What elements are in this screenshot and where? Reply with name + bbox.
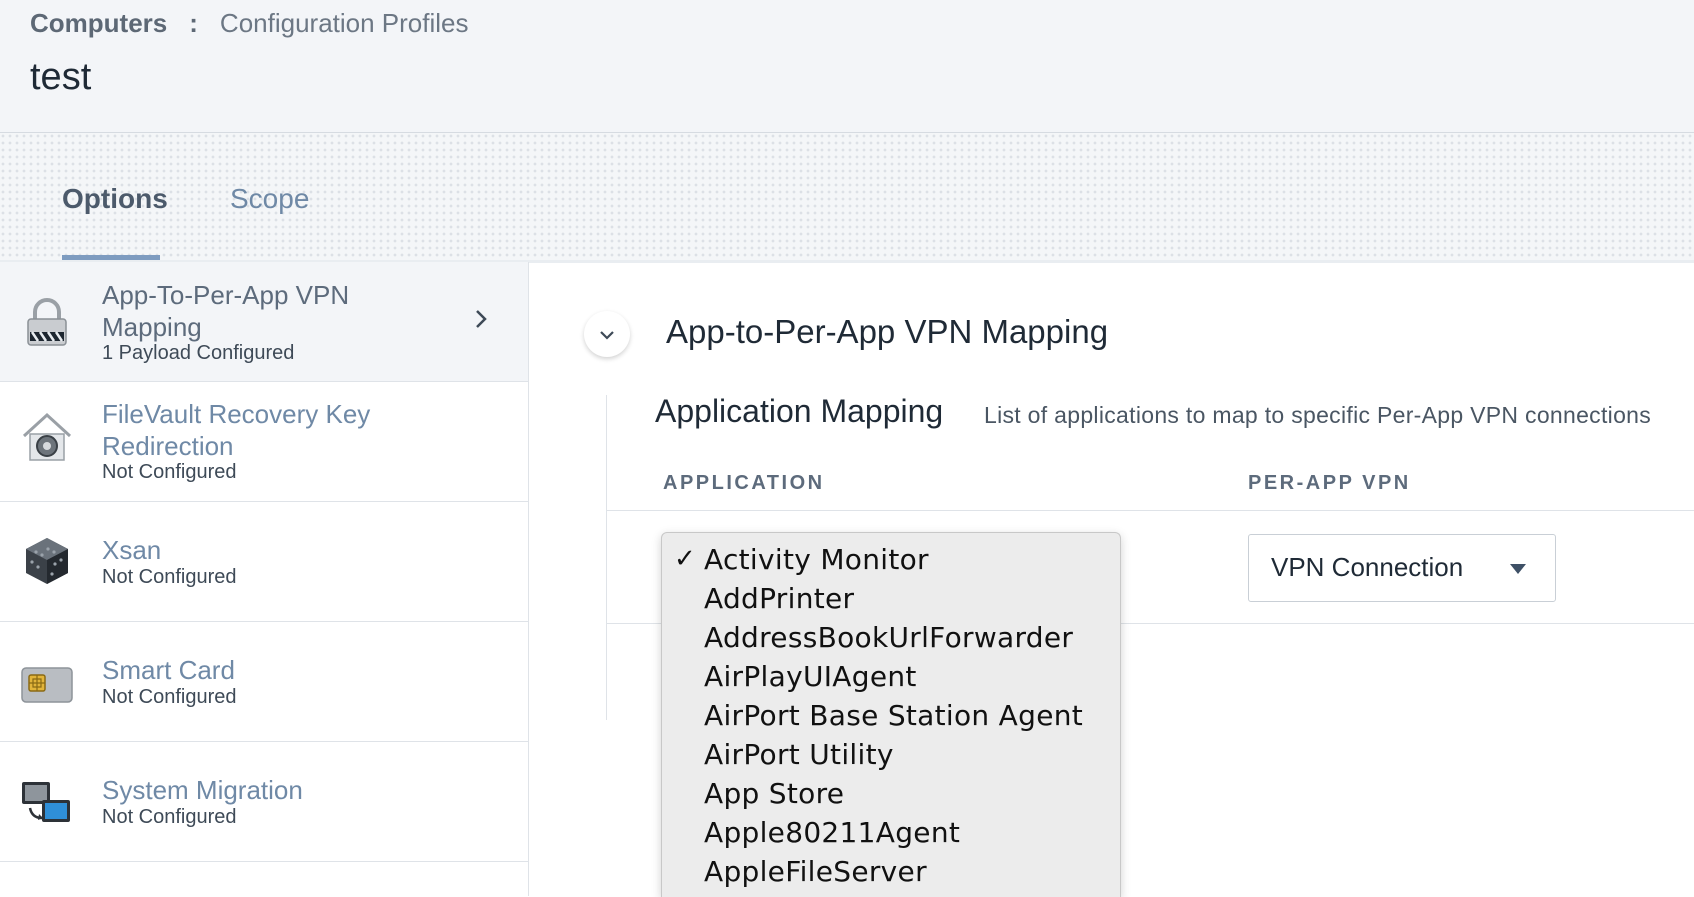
checkmark-icon: ✓ — [674, 544, 696, 574]
sidebar-item-label: Smart Card — [102, 655, 235, 685]
breadcrumb: Computers : Configuration Profiles — [30, 8, 469, 39]
breadcrumb-separator: : — [189, 8, 198, 38]
sidebar-item-label: System Migration — [102, 775, 303, 805]
sidebar-item-xsan[interactable]: Xsan Not Configured — [0, 502, 528, 622]
application-dropdown-list[interactable]: ✓ Activity Monitor AddPrinter AddressBoo… — [661, 532, 1121, 897]
section-indent-line — [606, 395, 607, 720]
dropdown-option[interactable]: AirPort Base Station Agent — [662, 697, 1120, 736]
column-header-per-app-vpn: PER-APP VPN — [1248, 472, 1411, 494]
sidebar-item-label: App-To-Per-App VPN Mapping — [102, 280, 350, 342]
page-header: Computers : Configuration Profiles test — [0, 0, 1694, 133]
dropdown-option[interactable]: Apple80211Agent — [662, 814, 1120, 853]
sidebar-item-status: Not Configured — [102, 806, 237, 828]
dropdown-option[interactable]: App Store — [662, 775, 1120, 814]
chevron-right-icon — [468, 306, 494, 332]
per-app-vpn-select[interactable]: VPN Connection — [1248, 534, 1556, 602]
sidebar-item-label: Xsan — [102, 535, 162, 565]
collapse-section-button[interactable] — [584, 311, 630, 357]
system-migration-icon — [20, 778, 74, 832]
payload-sidebar: App-To-Per-App VPN Mapping 1 Payload Con… — [0, 262, 529, 896]
active-tab-indicator — [62, 255, 160, 260]
dropdown-option[interactable]: AirPort Utility — [662, 736, 1120, 775]
dropdown-option[interactable]: AppleFileServer — [662, 853, 1120, 892]
dropdown-option[interactable]: AddPrinter — [662, 580, 1120, 619]
breadcrumb-configuration-profiles[interactable]: Configuration Profiles — [220, 8, 469, 39]
sidebar-item-status: 1 Payload Configured — [102, 342, 295, 364]
dropdown-option[interactable]: ✓ Activity Monitor — [662, 541, 1120, 580]
section-title: App-to-Per-App VPN Mapping — [666, 313, 1109, 350]
sidebar-item-status: Not Configured — [102, 461, 237, 483]
per-app-vpn-value: VPN Connection — [1271, 552, 1464, 582]
caret-down-icon — [1510, 564, 1526, 574]
smart-card-icon — [20, 658, 74, 712]
sidebar-item-app-to-per-app-vpn[interactable]: App-To-Per-App VPN Mapping 1 Payload Con… — [0, 262, 528, 382]
subsection-title: Application Mapping — [655, 393, 944, 429]
tab-bar: Options Scope — [0, 133, 1694, 263]
sidebar-item-filevault[interactable]: FileVault Recovery Key Redirection Not C… — [0, 382, 528, 502]
filevault-house-icon — [20, 410, 74, 464]
chevron-down-icon — [600, 331, 614, 340]
tab-scope[interactable]: Scope — [230, 183, 309, 215]
breadcrumb-computers[interactable]: Computers — [30, 8, 167, 39]
xsan-cube-icon — [20, 534, 74, 588]
column-header-application: APPLICATION — [663, 472, 825, 494]
sidebar-item-smart-card[interactable]: Smart Card Not Configured — [0, 622, 528, 742]
dropdown-option[interactable]: AirPlayUIAgent — [662, 658, 1120, 697]
page-title: test — [30, 56, 92, 98]
sidebar-item-label: FileVault Recovery Key Redirection — [102, 399, 371, 461]
sidebar-item-status: Not Configured — [102, 686, 237, 708]
sidebar-item-system-migration[interactable]: System Migration Not Configured — [0, 742, 528, 862]
lock-icon — [20, 294, 74, 348]
sidebar-item-status: Not Configured — [102, 566, 237, 588]
table-header-divider — [607, 510, 1694, 511]
subsection-description: List of applications to map to specific … — [984, 402, 1652, 428]
tab-options[interactable]: Options — [62, 183, 168, 215]
dropdown-option[interactable]: AddressBookUrlForwarder — [662, 619, 1120, 658]
